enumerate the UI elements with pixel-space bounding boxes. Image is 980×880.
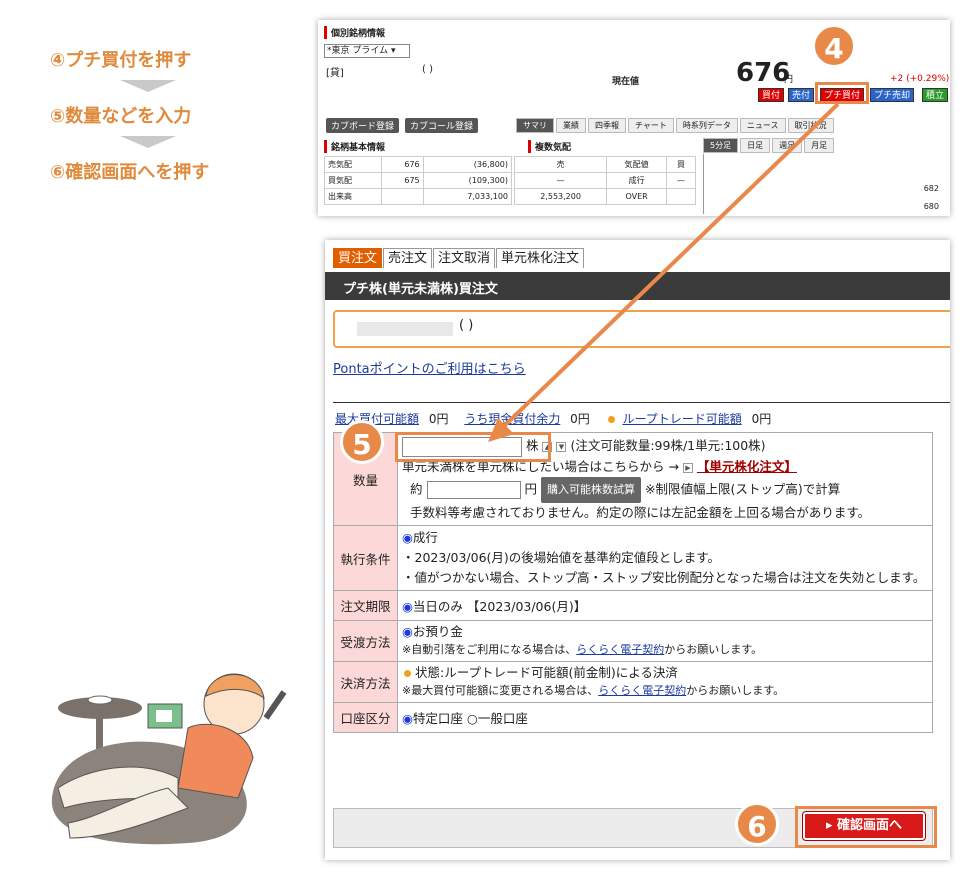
highlight-petit-buy: [815, 82, 869, 104]
highlight-quantity: [395, 432, 551, 462]
confirm-screen-button[interactable]: ▸ 確認画面へ: [802, 811, 926, 841]
step-badge-5: 5: [340, 420, 384, 464]
step-badge-4: 4: [812, 24, 856, 68]
person-illustration: [51, 673, 287, 845]
step-badge-6: 6: [735, 802, 779, 846]
